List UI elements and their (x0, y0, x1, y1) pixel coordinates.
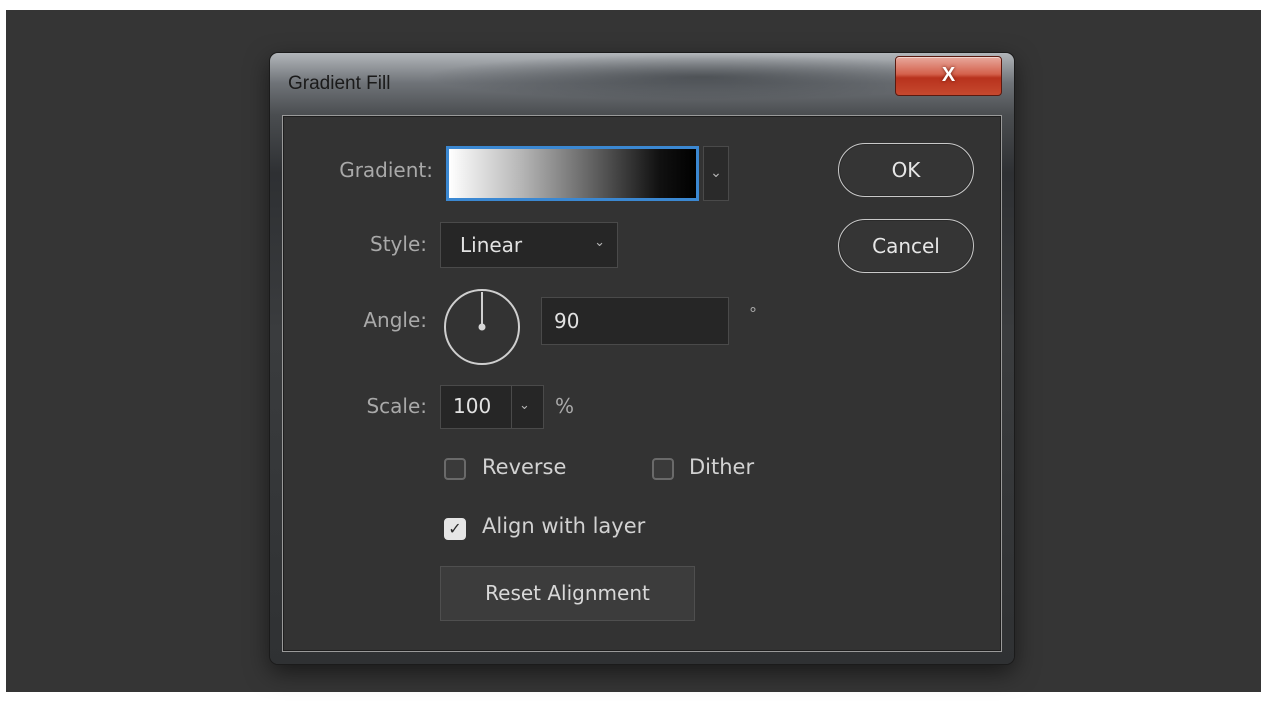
scale-divider (511, 386, 512, 428)
reverse-label[interactable]: Reverse (482, 455, 566, 479)
dither-checkbox[interactable] (652, 458, 674, 480)
dither-label[interactable]: Dither (689, 455, 754, 479)
style-select-value: Linear (460, 233, 523, 257)
scale-label: Scale: (366, 394, 427, 418)
angle-input[interactable]: 90 (541, 297, 729, 345)
gradient-dropdown-button[interactable]: ⌄ (703, 146, 729, 201)
dialog-title: Gradient Fill (288, 73, 391, 94)
align-with-layer-checkbox[interactable]: ✓ (444, 518, 466, 540)
chevron-down-icon[interactable]: ⌄ (519, 398, 530, 413)
reset-alignment-button[interactable]: Reset Alignment (440, 566, 695, 621)
angle-dial-icon[interactable] (442, 287, 522, 367)
chevron-down-icon: ⌄ (594, 235, 605, 250)
checkmark-icon: ✓ (448, 519, 462, 538)
scale-input-value: 100 (453, 394, 492, 418)
degree-unit: ° (749, 304, 757, 323)
gradient-label: Gradient: (339, 158, 433, 182)
style-select[interactable]: Linear ⌄ (440, 222, 618, 268)
ok-button[interactable]: OK (838, 143, 974, 197)
reverse-checkbox[interactable] (444, 458, 466, 480)
angle-input-value: 90 (554, 309, 580, 333)
angle-label: Angle: (363, 308, 427, 332)
close-button[interactable]: X (895, 56, 1002, 96)
cancel-button[interactable]: Cancel (838, 219, 974, 273)
percent-unit: % (555, 394, 575, 418)
gradient-preview-swatch[interactable] (446, 146, 699, 201)
chevron-down-icon: ⌄ (710, 165, 722, 181)
align-with-layer-label[interactable]: Align with layer (482, 514, 645, 538)
close-icon: X (941, 64, 956, 86)
dialog-content-panel: Gradient: ⌄ Style: Linear ⌄ Angle: 90 ° … (282, 115, 1002, 652)
scale-input[interactable]: 100 ⌄ (440, 385, 544, 429)
gradient-fill-dialog: Gradient Fill X Gradient: ⌄ Style: Linea… (270, 53, 1014, 664)
style-label: Style: (370, 232, 427, 256)
